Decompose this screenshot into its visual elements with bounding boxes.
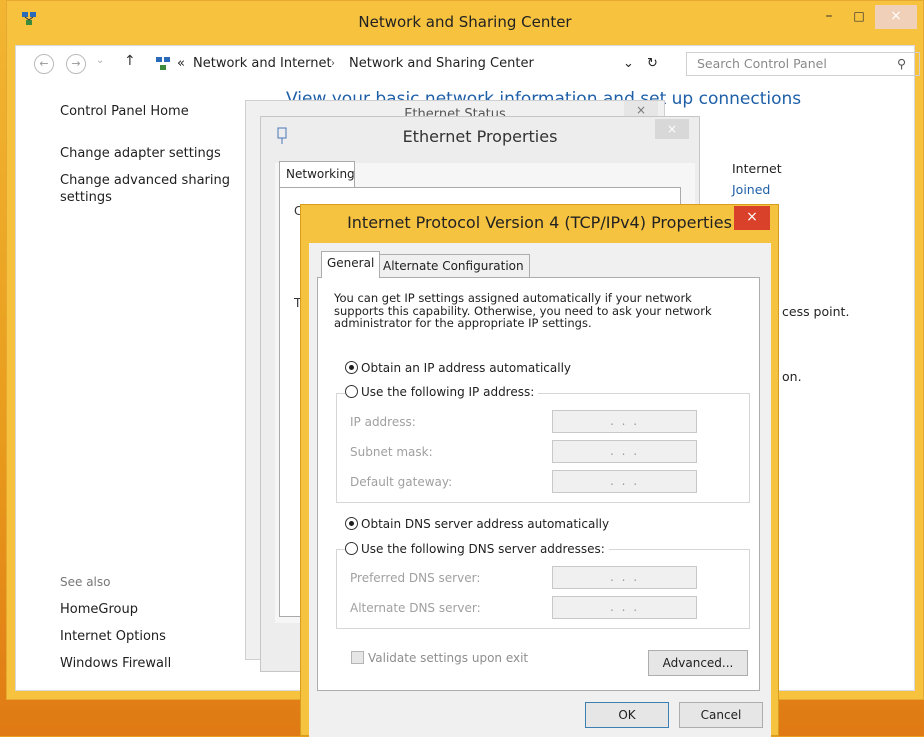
- recent-pages-dropdown[interactable]: ⌄: [96, 55, 104, 66]
- search-placeholder: Search Control Panel: [697, 56, 827, 71]
- minimize-button[interactable]: –: [815, 5, 843, 29]
- change-advanced-sharing-link-line2[interactable]: settings: [60, 189, 112, 206]
- ipv4-properties-dialog: Internet Protocol Version 4 (TCP/IPv4) P…: [300, 204, 779, 737]
- alternate-dns-field[interactable]: . . .: [552, 596, 697, 619]
- back-button[interactable]: ←: [34, 54, 54, 74]
- internet-options-link[interactable]: Internet Options: [60, 628, 166, 645]
- use-following-ip-label: Use the following IP address:: [361, 385, 535, 399]
- refresh-icon[interactable]: ↻: [647, 56, 658, 71]
- maximize-button[interactable]: □: [845, 5, 873, 29]
- breadcrumb-network-and-sharing-center[interactable]: Network and Sharing Center: [349, 56, 534, 71]
- ok-button[interactable]: OK: [585, 702, 669, 728]
- breadcrumb-network-and-internet[interactable]: Network and Internet: [193, 56, 332, 71]
- advanced-button[interactable]: Advanced...: [648, 650, 748, 676]
- ip-address-label: IP address:: [350, 415, 416, 429]
- address-bar-row: ← → ⌄ ↑ « Network and Internet › Network…: [16, 46, 920, 82]
- control-panel-home-link[interactable]: Control Panel Home: [60, 103, 189, 120]
- title-bar[interactable]: Network and Sharing Center – □ ×: [7, 1, 923, 45]
- obtain-ip-auto-radio[interactable]: Obtain an IP address automatically: [345, 361, 571, 375]
- address-dropdown-icon[interactable]: ⌄: [623, 56, 634, 71]
- radio-selected-icon: [345, 361, 358, 374]
- ethernet-properties-title: Ethernet Properties: [402, 127, 558, 146]
- radio-unselected-icon: [345, 542, 358, 555]
- homegroup-link[interactable]: HomeGroup: [60, 601, 138, 618]
- ipv4-client-area: General Alternate Configuration You can …: [309, 243, 771, 737]
- radio-unselected-icon: [345, 385, 358, 398]
- close-button[interactable]: ×: [875, 5, 917, 29]
- default-gateway-label: Default gateway:: [350, 475, 453, 489]
- change-advanced-sharing-link[interactable]: Change advanced sharing: [60, 172, 230, 189]
- see-also-heading: See also: [60, 575, 111, 589]
- cancel-button[interactable]: Cancel: [679, 702, 763, 728]
- windows-firewall-link[interactable]: Windows Firewall: [60, 655, 171, 672]
- network-location-icon: [156, 57, 170, 70]
- homegroup-joined-link[interactable]: Joined: [732, 182, 770, 197]
- breadcrumb-arrow-icon[interactable]: ›: [331, 58, 335, 69]
- ipv4-dialog-title: Internet Protocol Version 4 (TCP/IPv4) P…: [347, 213, 732, 232]
- validate-settings-label: Validate settings upon exit: [368, 651, 529, 665]
- ethernet-properties-close-button[interactable]: ×: [655, 119, 689, 139]
- forward-button[interactable]: →: [66, 54, 86, 74]
- search-input[interactable]: Search Control Panel ⚲: [686, 52, 920, 76]
- tab-general[interactable]: General: [321, 251, 381, 278]
- access-point-text: cess point.: [782, 304, 850, 319]
- preferred-dns-field[interactable]: . . .: [552, 566, 697, 589]
- change-adapter-settings-link[interactable]: Change adapter settings: [60, 145, 221, 162]
- general-tab-panel: You can get IP settings assigned automat…: [317, 277, 760, 691]
- troubleshoot-text: on.: [782, 369, 802, 384]
- alternate-dns-label: Alternate DNS server:: [350, 601, 481, 615]
- ip-address-field[interactable]: . . .: [552, 410, 697, 433]
- up-button[interactable]: ↑: [124, 53, 136, 69]
- tab-networking[interactable]: Networking: [279, 161, 355, 187]
- obtain-ip-auto-label: Obtain an IP address automatically: [361, 361, 572, 375]
- ipv4-close-button[interactable]: ×: [734, 206, 770, 230]
- internet-label: Internet: [732, 161, 782, 176]
- address-overflow[interactable]: «: [177, 56, 185, 71]
- use-following-dns-label: Use the following DNS server addresses:: [361, 542, 605, 556]
- default-gateway-field[interactable]: . . .: [552, 470, 697, 493]
- use-following-ip-radio[interactable]: Use the following IP address:: [345, 385, 539, 399]
- ip-settings-description: You can get IP settings assigned automat…: [334, 291, 712, 330]
- validate-settings-checkbox[interactable]: Validate settings upon exit: [351, 651, 528, 665]
- radio-selected-icon: [345, 517, 358, 530]
- obtain-dns-auto-label: Obtain DNS server address automatically: [361, 517, 610, 531]
- checkbox-unchecked-icon: [351, 651, 364, 664]
- subnet-mask-label: Subnet mask:: [350, 445, 433, 459]
- tab-alternate-configuration[interactable]: Alternate Configuration: [377, 254, 530, 277]
- address-box[interactable]: « Network and Internet › Network and Sha…: [152, 52, 672, 76]
- search-icon[interactable]: ⚲: [897, 56, 906, 71]
- window-title: Network and Sharing Center: [358, 13, 572, 31]
- subnet-mask-field[interactable]: . . .: [552, 440, 697, 463]
- preferred-dns-label: Preferred DNS server:: [350, 571, 481, 585]
- use-following-dns-radio[interactable]: Use the following DNS server addresses:: [345, 542, 609, 556]
- obtain-dns-auto-radio[interactable]: Obtain DNS server address automatically: [345, 517, 609, 531]
